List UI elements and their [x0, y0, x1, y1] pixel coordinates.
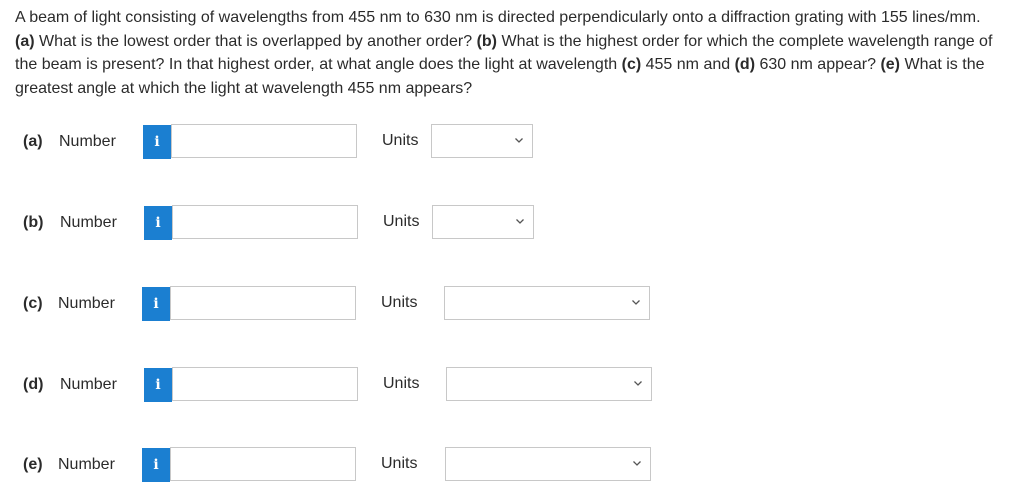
chevron-down-icon: [632, 300, 640, 305]
number-label: Number: [58, 295, 115, 312]
question-segment: 455 nm and: [641, 56, 735, 73]
answer-row-d: (d) Number i Units: [0, 366, 1024, 406]
part-label: (b): [23, 214, 44, 231]
info-icon[interactable]: i: [143, 125, 171, 159]
units-label: Units: [381, 455, 418, 472]
units-select-c[interactable]: [444, 286, 650, 320]
part-label: (a): [23, 133, 43, 150]
number-input-d[interactable]: [172, 367, 358, 401]
number-label: Number: [60, 214, 117, 231]
part-e-marker: (e): [880, 56, 901, 73]
part-a-marker: (a): [15, 32, 35, 50]
answer-row-b: (b) Number i Units: [0, 204, 1024, 244]
number-input-c[interactable]: [170, 286, 356, 320]
number-input-b[interactable]: [172, 205, 358, 239]
part-c-marker: (c): [621, 56, 642, 73]
units-select-a[interactable]: [431, 124, 533, 158]
part-label: (d): [23, 376, 44, 393]
part-label: (c): [23, 295, 43, 312]
chevron-down-icon: [633, 461, 641, 466]
part-label: (e): [23, 456, 43, 473]
answer-row-a: (a) Number i Units: [0, 123, 1024, 163]
number-label: Number: [60, 376, 117, 393]
info-icon[interactable]: i: [142, 287, 170, 321]
info-icon[interactable]: i: [144, 368, 172, 402]
question-segment: A beam of light consisting of wavelength…: [15, 9, 981, 26]
info-icon[interactable]: i: [142, 448, 170, 482]
answer-row-c: (c) Number i Units: [0, 285, 1024, 325]
units-select-d[interactable]: [446, 367, 652, 401]
answer-row-e: (e) Number i Units: [0, 446, 1024, 486]
number-label: Number: [58, 456, 115, 473]
units-label: Units: [383, 375, 420, 392]
units-label: Units: [383, 213, 420, 230]
units-label: Units: [381, 294, 418, 311]
units-select-e[interactable]: [445, 447, 651, 481]
number-label: Number: [59, 133, 116, 150]
number-input-e[interactable]: [170, 447, 356, 481]
part-b-marker: (b): [476, 32, 498, 50]
chevron-down-icon: [516, 219, 524, 224]
units-select-b[interactable]: [432, 205, 534, 239]
chevron-down-icon: [515, 138, 523, 143]
number-input-a[interactable]: [171, 124, 357, 158]
chevron-down-icon: [634, 381, 642, 386]
info-icon[interactable]: i: [144, 206, 172, 240]
question-segment: What is the lowest order that is overlap…: [34, 32, 477, 50]
part-d-marker: (d): [734, 56, 756, 73]
question-segment: 630 nm appear?: [755, 56, 881, 73]
units-label: Units: [382, 132, 419, 149]
question-text: A beam of light consisting of wavelength…: [15, 6, 1000, 100]
